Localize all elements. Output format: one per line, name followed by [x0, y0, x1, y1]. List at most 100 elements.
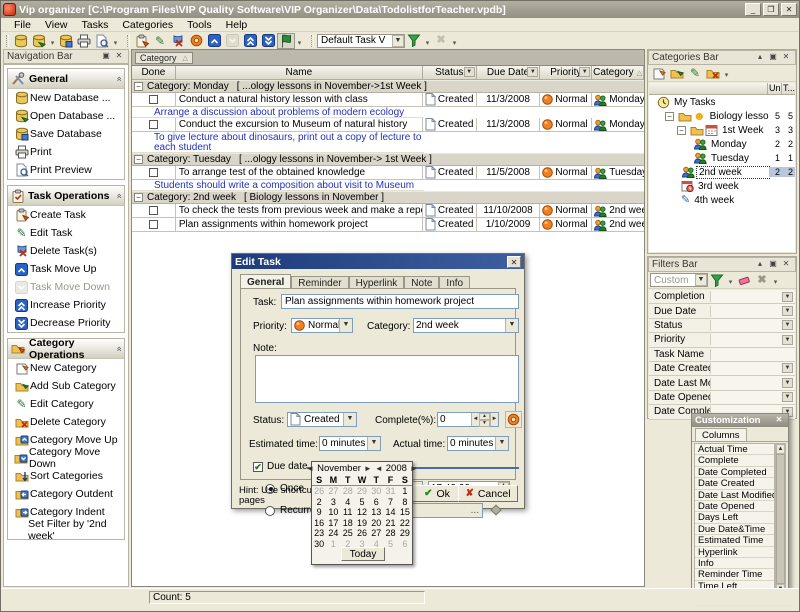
complete-task-button[interactable]: [187, 33, 205, 49]
calendar-day[interactable]: 9: [312, 507, 326, 518]
clear-filter-button[interactable]: [735, 272, 753, 288]
nav-item-category-move-down[interactable]: Category Move Down: [8, 449, 124, 467]
chevron-double-icon[interactable]: »: [113, 76, 123, 81]
filter-dropdown-icon[interactable]: ▼: [527, 67, 538, 77]
task-row[interactable]: Conduct a natural history lesson with cl…: [132, 93, 644, 107]
menu-file[interactable]: File: [7, 18, 38, 32]
save-database-button[interactable]: [57, 33, 75, 49]
calendar-day[interactable]: 23: [312, 528, 326, 539]
nav-item-task-move-up[interactable]: Task Move Up: [8, 260, 124, 278]
prev-year-icon[interactable]: ◄: [375, 464, 383, 473]
filter-value[interactable]: ▼: [711, 304, 795, 317]
estimated-time-combo[interactable]: 0 minutes ▼: [319, 436, 381, 451]
menu-tasks[interactable]: Tasks: [75, 18, 116, 32]
column-option-due-date-time[interactable]: Due Date&Time: [695, 524, 774, 535]
calendar-day[interactable]: 19: [355, 518, 369, 529]
calendar-day[interactable]: 18: [341, 518, 355, 529]
nav-item-edit-task[interactable]: ✎ Edit Task: [8, 224, 124, 242]
calendar-day[interactable]: 17: [326, 518, 340, 529]
filter-value[interactable]: ▼: [711, 376, 795, 389]
remove-filter-button[interactable]: ✖: [753, 272, 771, 288]
print-preview-button[interactable]: [93, 33, 111, 49]
chevron-down-icon[interactable]: ▼: [782, 335, 793, 345]
chevron-down-icon[interactable]: ▾: [423, 33, 432, 49]
calendar-day[interactable]: 16: [312, 518, 326, 529]
priority-combo[interactable]: Normal ▼: [291, 318, 353, 333]
new-database-button[interactable]: [12, 33, 30, 49]
today-button[interactable]: Today: [341, 547, 385, 561]
nav-item-open-database[interactable]: Open Database ...: [8, 107, 124, 125]
step-left-icon[interactable]: ◄: [471, 413, 479, 426]
filter-value[interactable]: ▼: [711, 362, 795, 375]
complete-spin-edit[interactable]: 0 ◄ ▲▼ ►: [437, 412, 499, 427]
open-database-button[interactable]: [30, 33, 48, 49]
cancel-button[interactable]: ✘ Cancel: [458, 485, 518, 502]
tree-column-header[interactable]: Un...: [767, 83, 781, 94]
edit-category-button[interactable]: ✎: [686, 65, 704, 81]
calendar-day[interactable]: 29: [398, 528, 412, 539]
nav-item-increase-priority[interactable]: Increase Priority: [8, 296, 124, 314]
clear-filter-button[interactable]: ✖: [432, 33, 450, 49]
column-option-estimated-time[interactable]: Estimated Time: [695, 535, 774, 546]
calendar-day[interactable]: 7: [383, 497, 397, 508]
chevron-down-icon[interactable]: ▼: [392, 35, 404, 47]
task-row[interactable]: Plan assignments within homework project…: [132, 218, 644, 232]
close-button[interactable]: ✕: [781, 3, 797, 16]
filter-value[interactable]: [711, 348, 795, 361]
dialog-tab-general[interactable]: General: [240, 274, 291, 289]
chevron-down-icon[interactable]: ▼: [782, 378, 793, 388]
toolbar-grip[interactable]: [6, 35, 9, 47]
toolbar-overflow-icon[interactable]: ▾: [722, 65, 731, 81]
actual-time-combo[interactable]: 0 minutes ▼: [447, 436, 509, 451]
nav-item-delete-task-s[interactable]: Delete Task(s): [8, 242, 124, 260]
menu-tools[interactable]: Tools: [180, 18, 219, 32]
filter-value[interactable]: ▼: [711, 319, 795, 332]
filter-row-status[interactable]: Status ▼: [649, 319, 795, 333]
nav-item-print-preview[interactable]: Print Preview: [8, 161, 124, 179]
chevron-down-icon[interactable]: ▾: [726, 272, 735, 288]
recurrence-radio[interactable]: [265, 506, 275, 516]
maximize-button[interactable]: ❐: [763, 3, 779, 16]
calendar-day[interactable]: 10: [326, 507, 340, 518]
filter-row-date-last-modifi[interactable]: Date Last Modifi ▼: [649, 376, 795, 390]
calendar-day[interactable]: 21: [383, 518, 397, 529]
task-move-up-button[interactable]: [205, 33, 223, 49]
add-sub-category-button[interactable]: [668, 65, 686, 81]
calendar-day[interactable]: 22: [398, 518, 412, 529]
nav-item-new-category[interactable]: New Category: [8, 359, 124, 377]
calendar-day[interactable]: 1: [326, 539, 340, 550]
calendar-day[interactable]: 3: [326, 497, 340, 508]
filter-row-date-created[interactable]: Date Created ▼: [649, 362, 795, 376]
calendar-day[interactable]: 28: [341, 486, 355, 497]
task-view-combo[interactable]: Default Task V▼: [317, 34, 405, 48]
task-move-down-button[interactable]: [223, 33, 241, 49]
done-checkbox[interactable]: [149, 95, 158, 104]
calendar-day[interactable]: 26: [355, 528, 369, 539]
collapse-group-icon[interactable]: −: [134, 155, 143, 164]
minimize-button[interactable]: _: [745, 3, 761, 16]
tree-node-monday[interactable]: Monday22: [649, 137, 795, 151]
nav-item-save-database[interactable]: Save Database: [8, 125, 124, 143]
dialog-close-button[interactable]: ✕: [507, 256, 521, 268]
tree-column-header[interactable]: T...: [781, 83, 795, 94]
toolbar-overflow-icon[interactable]: ▾: [295, 33, 304, 49]
tree-node-1st-week[interactable]: −1st Week33: [649, 123, 795, 137]
column-header-name[interactable]: Name: [176, 66, 423, 79]
pin-icon[interactable]: ▣: [767, 259, 779, 270]
scroll-thumb[interactable]: [776, 454, 785, 584]
print-button[interactable]: [75, 33, 93, 49]
pin-icon[interactable]: ▣: [100, 51, 112, 62]
collapse-group-icon[interactable]: −: [134, 193, 143, 202]
task-row[interactable]: Conduct the excursion to Museum of natur…: [132, 118, 644, 132]
collapse-node-icon[interactable]: −: [665, 112, 674, 121]
column-option-days-left[interactable]: Days Left: [695, 512, 774, 523]
toolbar-overflow-icon[interactable]: ▾: [450, 33, 459, 49]
decrease-priority-button[interactable]: [259, 33, 277, 49]
prev-month-icon[interactable]: ◄: [306, 464, 314, 473]
toolbar-overflow-icon[interactable]: ▾: [771, 272, 780, 288]
chevron-down-icon[interactable]: ▼: [782, 392, 793, 402]
chevron-down-icon[interactable]: ▼: [782, 363, 793, 373]
chevron-down-icon[interactable]: ▼: [782, 320, 793, 330]
collapse-group-icon[interactable]: −: [134, 82, 143, 91]
calendar-day[interactable]: 14: [383, 507, 397, 518]
